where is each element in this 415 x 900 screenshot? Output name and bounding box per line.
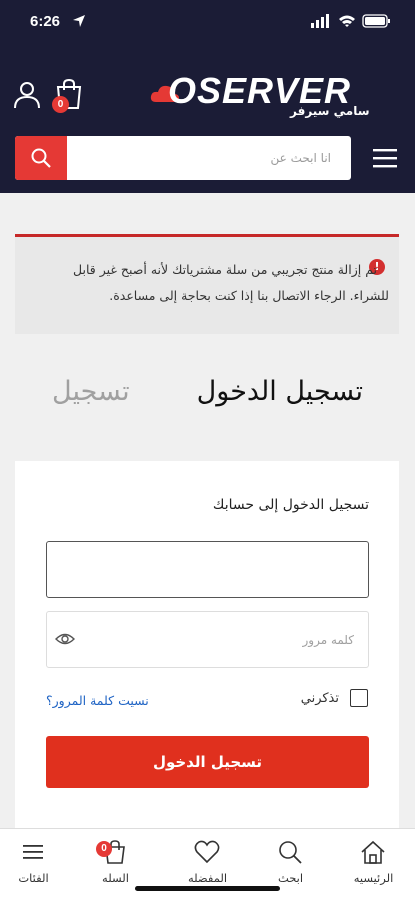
password-field[interactable] [46, 611, 369, 668]
nav-label-search: ابحث [277, 871, 304, 885]
cart-removed-alert: ! تم إزالة منتج تجريبي من سلة مشترياتك ل… [15, 234, 399, 334]
tab-login[interactable]: تسجيل الدخول [197, 376, 363, 407]
nav-item-home[interactable]: الرئيسيه [332, 829, 415, 900]
heart-icon [194, 840, 220, 864]
cart-count-badge: 0 [96, 841, 112, 857]
logo-subtext: سامي سيرفر [290, 104, 370, 118]
status-indicators-icon [311, 14, 390, 28]
brand-logo[interactable]: OSERVER سامي سيرفر [150, 70, 390, 120]
search-icon [31, 148, 51, 168]
login-form-title: تسجيل الدخول إلى حسابك [212, 497, 369, 513]
nav-label-favorites: المفضله [187, 871, 228, 885]
nav-item-categories[interactable]: الفئات [0, 829, 75, 900]
search-button[interactable] [15, 136, 67, 180]
home-icon [361, 840, 385, 864]
menu-icon [23, 845, 43, 859]
app-header: 6:26 0 OSERVER سامي سيرفر [0, 0, 415, 193]
login-card: تسجيل الدخول إلى حسابك تذكرني نسيت كلمة … [15, 461, 399, 841]
username-field[interactable] [46, 541, 369, 598]
search-bar [15, 136, 351, 180]
home-indicator [135, 886, 280, 891]
user-account-icon[interactable] [12, 80, 42, 110]
alert-message: تم إزالة منتج تجريبي من سلة مشترياتك لأن… [73, 262, 389, 303]
location-arrow-icon [73, 15, 85, 27]
show-password-eye-icon[interactable] [55, 631, 75, 647]
search-input[interactable] [75, 136, 345, 180]
search-icon [279, 841, 302, 864]
tab-register[interactable]: تسجيل [52, 376, 130, 407]
nav-label-cart: السله [102, 871, 129, 885]
nav-label-categories: الفئات [18, 871, 49, 885]
login-submit-button[interactable]: تسجيل الدخول [46, 736, 369, 788]
hamburger-menu-icon[interactable] [371, 146, 399, 170]
cart-count-badge: 0 [52, 96, 69, 113]
remember-me-label: تذكرني [300, 691, 339, 706]
status-time: 6:26 [30, 13, 61, 30]
status-bar: 6:26 [0, 0, 415, 44]
remember-me-checkbox[interactable] [350, 689, 368, 707]
nav-label-home: الرئيسيه [353, 871, 394, 885]
forgot-password-link[interactable]: نسيت كلمة المرور؟ [46, 693, 149, 708]
